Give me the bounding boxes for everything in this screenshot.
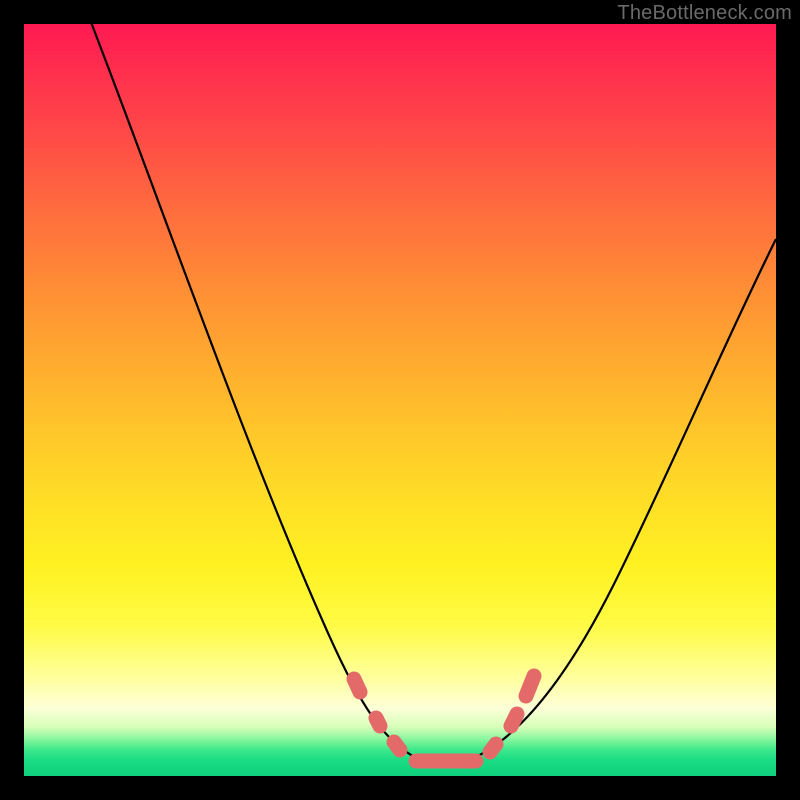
curve-right-branch (464, 239, 776, 762)
bottleneck-curve (24, 24, 776, 776)
chart-frame: TheBottleneck.com (0, 0, 800, 800)
curve-left-branch (84, 4, 424, 762)
watermark-text: TheBottleneck.com (617, 2, 792, 25)
plot-area (24, 24, 776, 776)
trough-markers (354, 676, 534, 761)
